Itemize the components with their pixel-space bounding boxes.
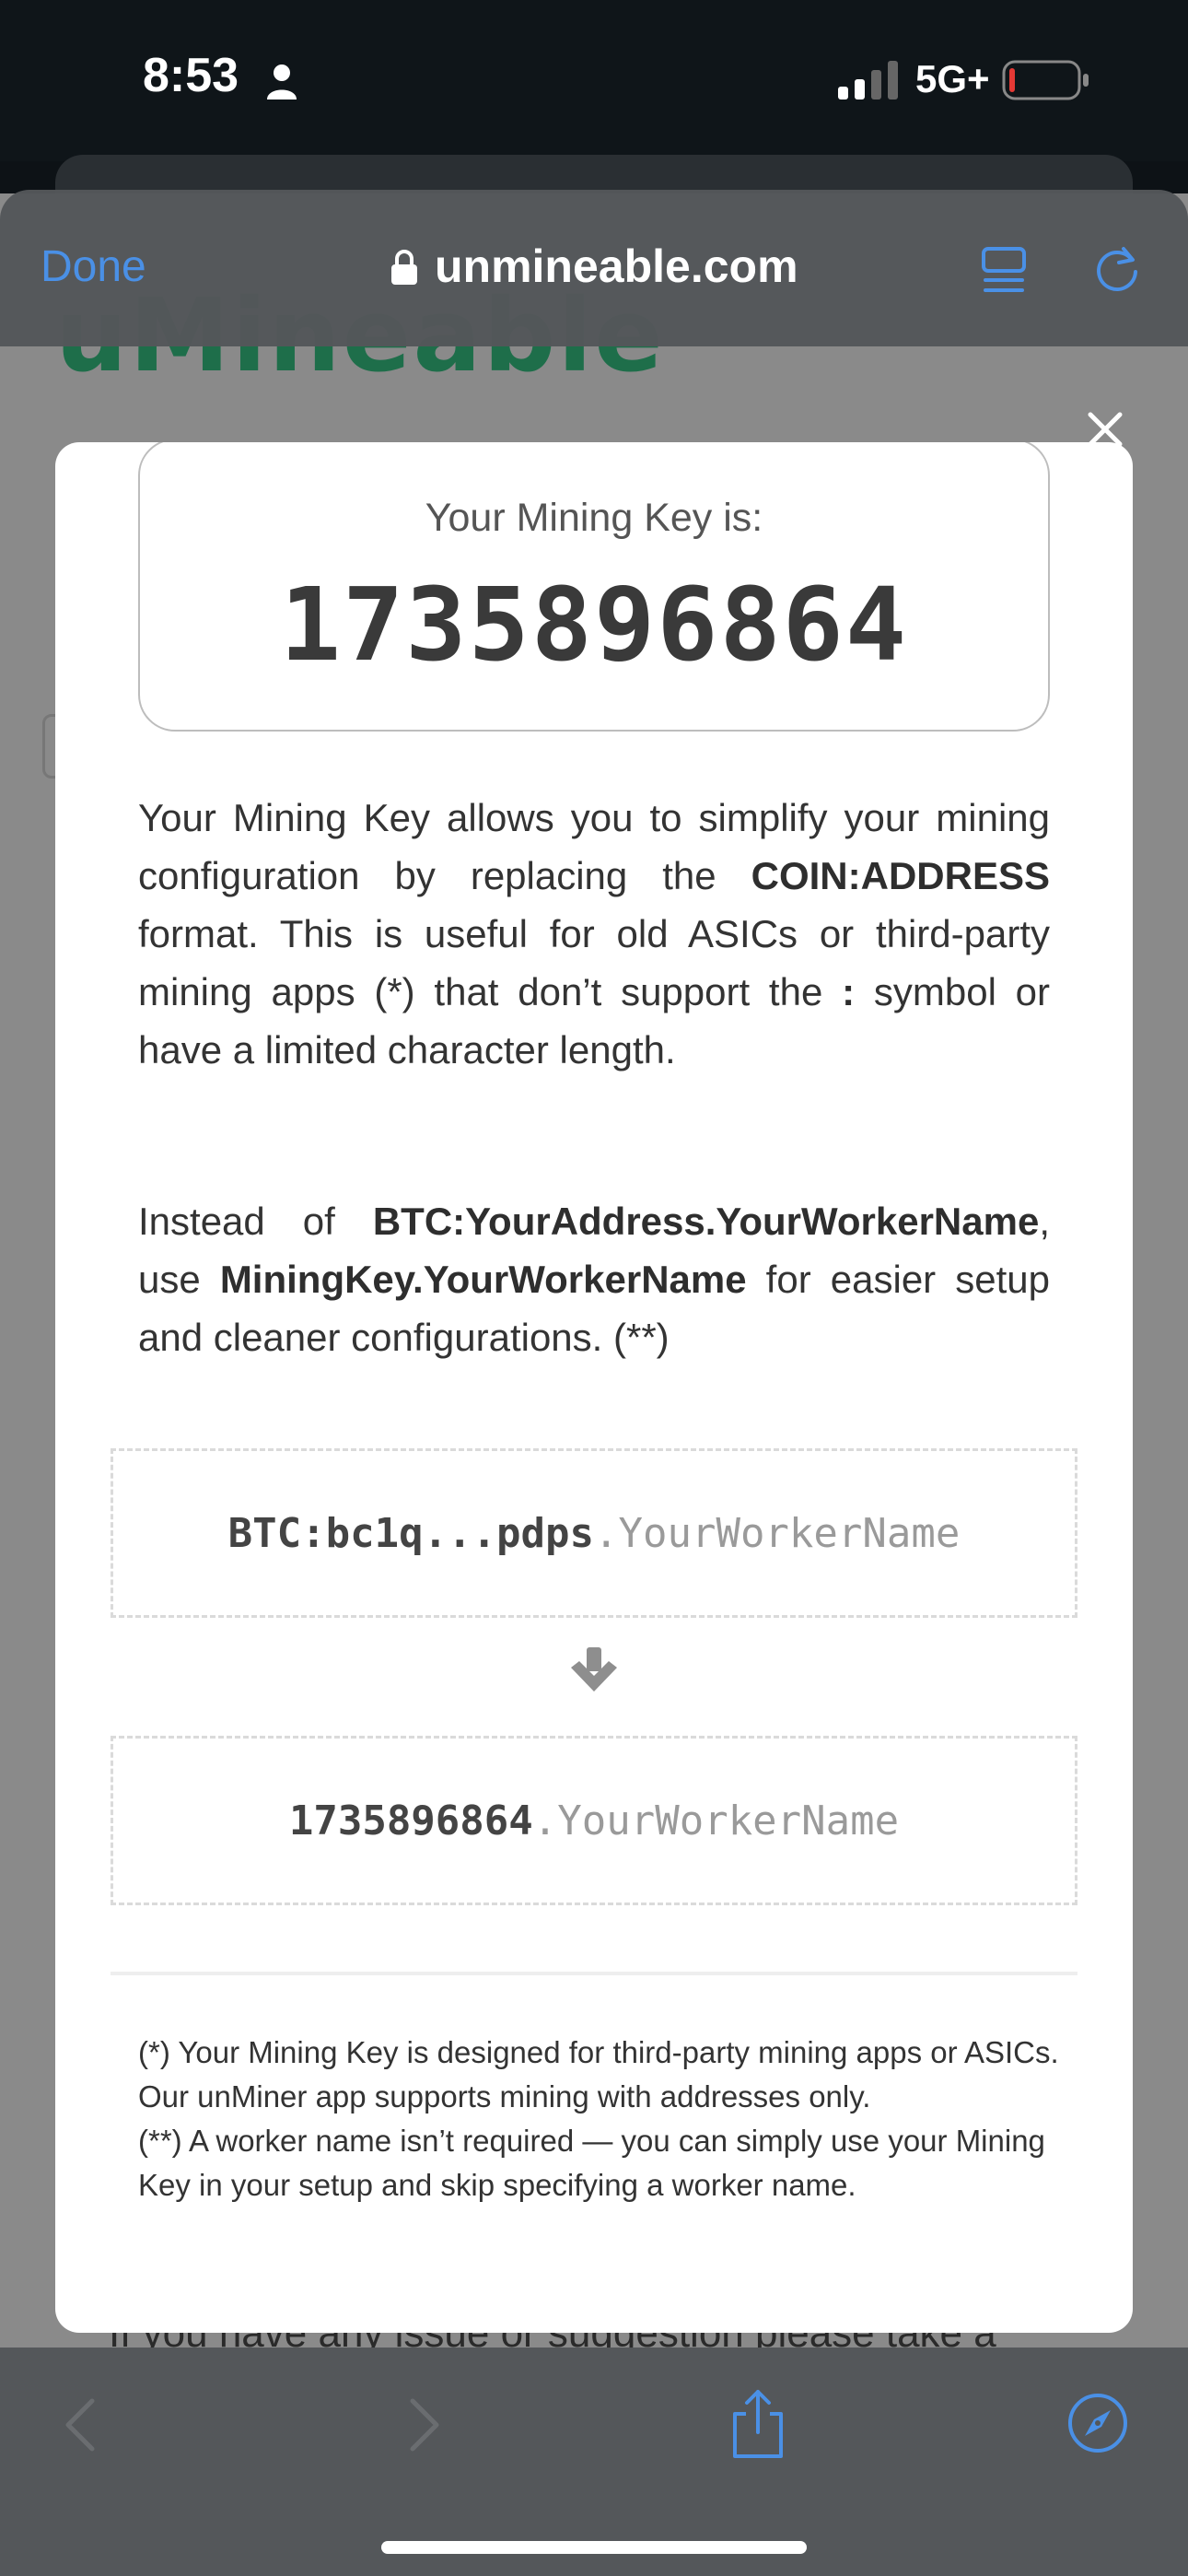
example-after-box: 1735896864 .YourWorkerName bbox=[111, 1736, 1077, 1905]
old-format-term: BTC:YourAddress.YourWorkerName bbox=[372, 1200, 1040, 1243]
example-before-box: BTC:bc1q...pdps .YourWorkerName bbox=[111, 1448, 1077, 1618]
footnote-2: (**) A worker name isn’t required — you … bbox=[138, 2124, 1045, 2202]
network-label: 5G+ bbox=[915, 57, 990, 100]
new-format-term: MiningKey.YourWorkerName bbox=[219, 1258, 747, 1301]
footnote-1: (*) Your Mining Key is designed for thir… bbox=[138, 2035, 1059, 2113]
example-after-prefix: 1735896864 bbox=[288, 1797, 533, 1844]
mining-key-modal: Your Mining Key is: 1735896864 Your Mini… bbox=[55, 442, 1133, 2333]
compass-icon[interactable] bbox=[1066, 2392, 1129, 2454]
home-indicator bbox=[381, 2541, 807, 2554]
example-before-prefix: BTC:bc1q...pdps bbox=[227, 1509, 594, 1557]
status-time: 8:53 bbox=[143, 49, 239, 102]
mining-key-card: Your Mining Key is: 1735896864 bbox=[138, 442, 1050, 732]
coin-address-term: COIN:ADDRESS bbox=[751, 854, 1050, 897]
colon-symbol: : bbox=[842, 970, 856, 1013]
battery-icon bbox=[1002, 60, 1089, 100]
person-icon bbox=[267, 64, 297, 100]
lock-icon bbox=[391, 250, 417, 285]
mining-key-label: Your Mining Key is: bbox=[425, 496, 763, 540]
divider bbox=[111, 1972, 1077, 1975]
chevron-left-icon[interactable] bbox=[57, 2395, 103, 2454]
share-icon[interactable] bbox=[728, 2388, 788, 2460]
mining-key-value: 1735896864 bbox=[279, 566, 909, 684]
mining-key-description: Your Mining Key allows you to simplify y… bbox=[138, 796, 1051, 1071]
usage-description: Instead of BTC:YourAddress.YourWorkerNam… bbox=[138, 1200, 1050, 1359]
chevron-right-icon[interactable] bbox=[402, 2395, 448, 2454]
done-button[interactable]: Done bbox=[41, 241, 146, 292]
example-before-suffix: .YourWorkerName bbox=[594, 1509, 961, 1557]
example-after-suffix: .YourWorkerName bbox=[532, 1797, 900, 1844]
footnotes: (*) Your Mining Key is designed for thir… bbox=[138, 2031, 1059, 2207]
signal-icon bbox=[838, 61, 898, 100]
reload-icon[interactable] bbox=[1090, 241, 1144, 295]
reader-icon[interactable] bbox=[982, 243, 1026, 295]
url-field[interactable]: unmineable.com bbox=[435, 240, 798, 293]
arrow-down-icon bbox=[571, 1647, 617, 1692]
